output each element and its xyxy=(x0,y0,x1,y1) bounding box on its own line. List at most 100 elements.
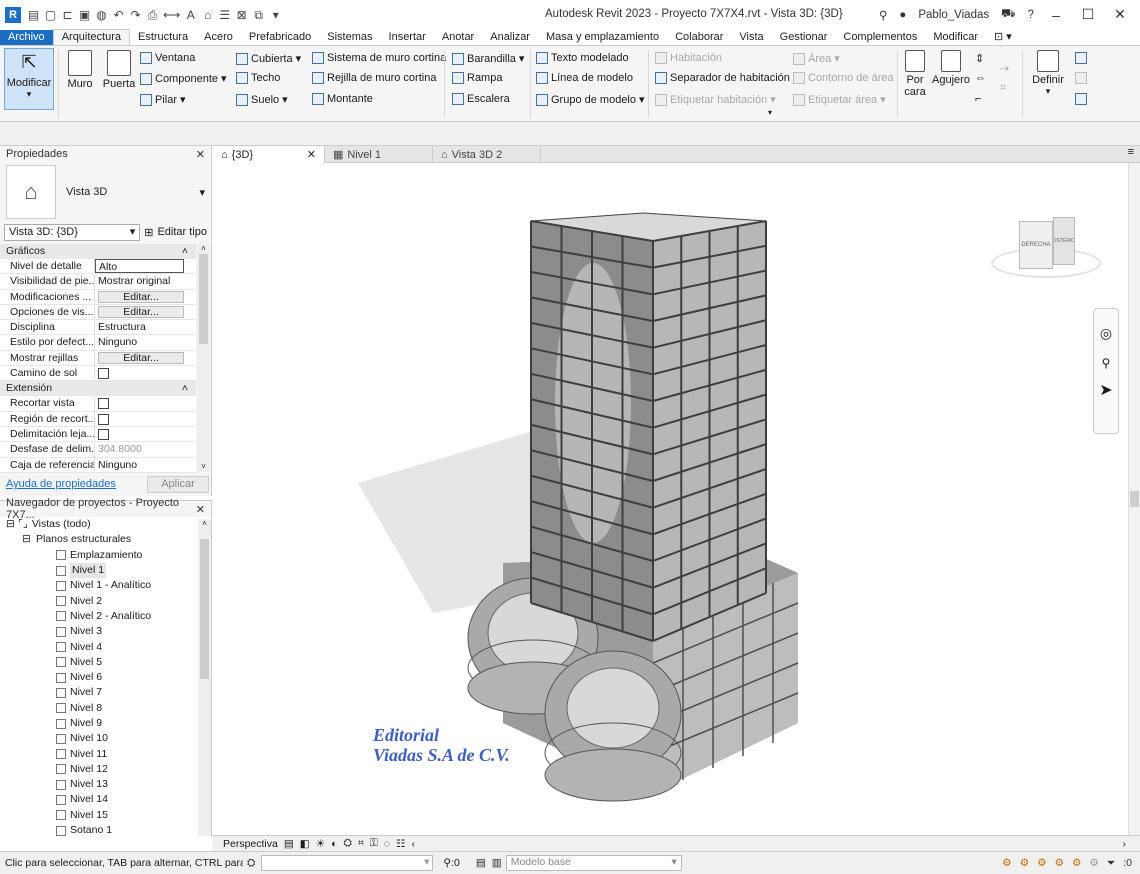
browser-view-item[interactable]: Nivel 4 xyxy=(6,639,211,654)
property-row[interactable]: Estilo por defect... Ninguno xyxy=(0,335,196,351)
canvas-scrollbar[interactable] xyxy=(1128,163,1140,835)
contorno-area-button[interactable]: Contorno de área xyxy=(793,72,894,84)
techo-button[interactable]: Techo xyxy=(236,72,280,84)
browser-view-item[interactable]: Nivel 15 xyxy=(6,808,211,823)
chevron-down-icon[interactable]: ▾ xyxy=(199,186,205,199)
browser-view-item[interactable]: Nivel 9 xyxy=(6,716,211,731)
browser-view-item[interactable]: Nivel 8 xyxy=(6,701,211,716)
show-workplane-icon[interactable] xyxy=(1075,52,1087,64)
zoom-icon[interactable]: ⚲ xyxy=(1094,356,1118,370)
sun-path-icon[interactable]: ☀ xyxy=(316,838,325,850)
viewcube-left-face[interactable]: DERECHA xyxy=(1019,221,1053,269)
grid-icon[interactable]: ⌗ xyxy=(1000,82,1006,95)
property-value[interactable]: Editar... xyxy=(95,290,196,304)
property-value[interactable]: Mostrar original xyxy=(95,274,196,288)
type-selector[interactable]: ⌂ Vista 3D ▾ xyxy=(0,162,211,222)
property-row[interactable]: Caja de referencia Ninguno xyxy=(0,457,196,473)
browser-view-item[interactable]: Nivel 10 xyxy=(6,731,211,746)
cubierta-button[interactable]: Cubierta ▾ xyxy=(236,52,301,65)
browser-view-item[interactable]: Nivel 1 xyxy=(6,563,211,579)
property-value[interactable]: Editar... xyxy=(95,351,196,365)
browser-view-item[interactable]: Nivel 12 xyxy=(6,762,211,777)
tab-gestionar[interactable]: Gestionar xyxy=(772,30,836,45)
checkbox[interactable] xyxy=(98,398,109,410)
close-icon[interactable]: ✕ xyxy=(307,148,316,161)
workset-dropdown[interactable]: ▾ xyxy=(261,855,434,871)
close-button[interactable]: ✕ xyxy=(1110,6,1130,23)
close-icon[interactable]: ✕ xyxy=(196,148,205,161)
tab-vista-3d-2[interactable]: ⌂ Vista 3D 2 xyxy=(433,146,541,163)
checkbox[interactable] xyxy=(98,428,109,440)
componente-button[interactable]: Componente ▾ xyxy=(140,72,227,85)
visual-style-icon[interactable]: ◧ xyxy=(300,838,310,850)
steering-wheel-icon[interactable]: ◎ xyxy=(1094,325,1118,342)
property-row[interactable]: Camino de sol xyxy=(0,366,196,382)
undo-icon[interactable]: ↶ xyxy=(112,8,125,22)
property-value[interactable]: 304.8000 xyxy=(95,442,196,456)
scroll-left-icon[interactable]: ‹ xyxy=(411,838,415,850)
browser-view-item[interactable]: Nivel 14 xyxy=(6,792,211,807)
apply-button[interactable]: Aplicar xyxy=(147,476,209,493)
property-value[interactable]: Estructura xyxy=(95,320,196,334)
drag-elements-icon[interactable]: ⚙ xyxy=(1072,857,1081,870)
tab-acero[interactable]: Acero xyxy=(196,30,241,45)
property-row[interactable]: Recortar vista xyxy=(0,396,196,412)
collapse-icon[interactable]: ⊟ xyxy=(22,532,36,547)
revit-logo[interactable]: R xyxy=(5,7,21,23)
browser-view-item[interactable]: Sotano 1 xyxy=(6,823,211,838)
property-value[interactable]: Ninguno xyxy=(95,335,196,349)
etiquetar-area-button[interactable]: Etiquetar área ▾ xyxy=(793,93,886,106)
property-row[interactable]: Región de recort... xyxy=(0,411,196,427)
edit-button[interactable]: Editar... xyxy=(98,290,184,303)
browser-view-item[interactable]: Nivel 2 xyxy=(6,593,211,608)
property-row[interactable]: Delimitación leja... xyxy=(0,426,196,443)
tab-3d[interactable]: ⌂ {3D} ✕ xyxy=(213,146,325,163)
tab-insertar[interactable]: Insertar xyxy=(381,30,434,45)
select-underlay-icon[interactable]: ⚙ xyxy=(1020,857,1029,870)
browser-view-item[interactable]: Nivel 11 xyxy=(6,746,211,761)
print-icon[interactable]: ⎙ xyxy=(146,8,159,23)
tree-group[interactable]: ⊟ Planos estructurales xyxy=(6,532,211,547)
cart-icon[interactable]: ⛟ xyxy=(1001,7,1015,22)
tab-arquitectura[interactable]: Arquitectura xyxy=(52,29,130,45)
checkbox[interactable] xyxy=(98,368,109,380)
viewcube[interactable]: DERECHA POSTERIOR xyxy=(991,213,1101,283)
redo-icon[interactable]: ↷ xyxy=(129,8,142,22)
search-binoculars-icon[interactable]: ⚲ xyxy=(879,8,887,22)
grupo-modelo-button[interactable]: Grupo de modelo ▾ xyxy=(536,93,645,106)
barandilla-button[interactable]: Barandilla ▾ xyxy=(452,52,524,65)
property-value[interactable]: Editar... xyxy=(95,305,196,319)
ribbon-toggle-icon[interactable]: ⊡ ▾ xyxy=(986,30,1020,45)
measure-icon[interactable]: ⟷ xyxy=(163,8,180,22)
select-by-face-icon[interactable]: ⚙ xyxy=(1055,857,1064,870)
drawing-canvas[interactable]: DERECHA POSTERIOR ◎ ⚲ ➤ Editorial Viadas… xyxy=(213,163,1128,835)
modificar-button[interactable]: ⇱ Modificar ▾ xyxy=(4,48,54,110)
edit-button[interactable]: Editar... xyxy=(98,351,184,364)
tab-masa[interactable]: Masa y emplazamiento xyxy=(538,30,667,45)
tab-nivel-1[interactable]: ▦ Nivel 1 xyxy=(325,146,433,163)
help-icon[interactable]: ? xyxy=(1028,9,1034,21)
fly-icon[interactable]: ➤ xyxy=(1094,380,1118,400)
property-row[interactable]: Mostrar rejillas Editar... xyxy=(0,350,196,367)
shaft-icon[interactable]: ⇕ xyxy=(975,52,984,65)
workset-icon[interactable]: ⛭ xyxy=(247,857,255,870)
browser-view-item[interactable]: Nivel 7 xyxy=(6,685,211,700)
tab-colaborar[interactable]: Colaborar xyxy=(667,30,731,45)
area-button[interactable]: Área ▾ xyxy=(793,52,840,65)
checkbox[interactable] xyxy=(98,413,109,425)
sync-icon[interactable]: ◍ xyxy=(95,8,108,22)
browser-view-item[interactable]: Nivel 13 xyxy=(6,777,211,792)
puerta-button[interactable]: Puerta xyxy=(102,50,136,90)
habitacion-button[interactable]: Habitación xyxy=(655,52,722,64)
filter-icon[interactable]: ⏷ xyxy=(1107,857,1115,870)
save-icon[interactable]: ▣ xyxy=(78,8,91,22)
tab-archivo[interactable]: Archivo xyxy=(0,30,53,45)
rampa-button[interactable]: Rampa xyxy=(452,72,502,84)
tab-modificar[interactable]: Modificar xyxy=(925,30,986,45)
minimize-button[interactable]: – xyxy=(1046,7,1066,23)
view-mode[interactable]: Perspectiva xyxy=(223,838,278,850)
collapse-icon[interactable]: ⊟ xyxy=(6,517,18,532)
panel-expand-icon[interactable]: ▾ xyxy=(768,108,772,117)
property-value[interactable] xyxy=(95,366,196,380)
browser-view-item[interactable]: Nivel 1 - Analítico xyxy=(6,578,211,593)
